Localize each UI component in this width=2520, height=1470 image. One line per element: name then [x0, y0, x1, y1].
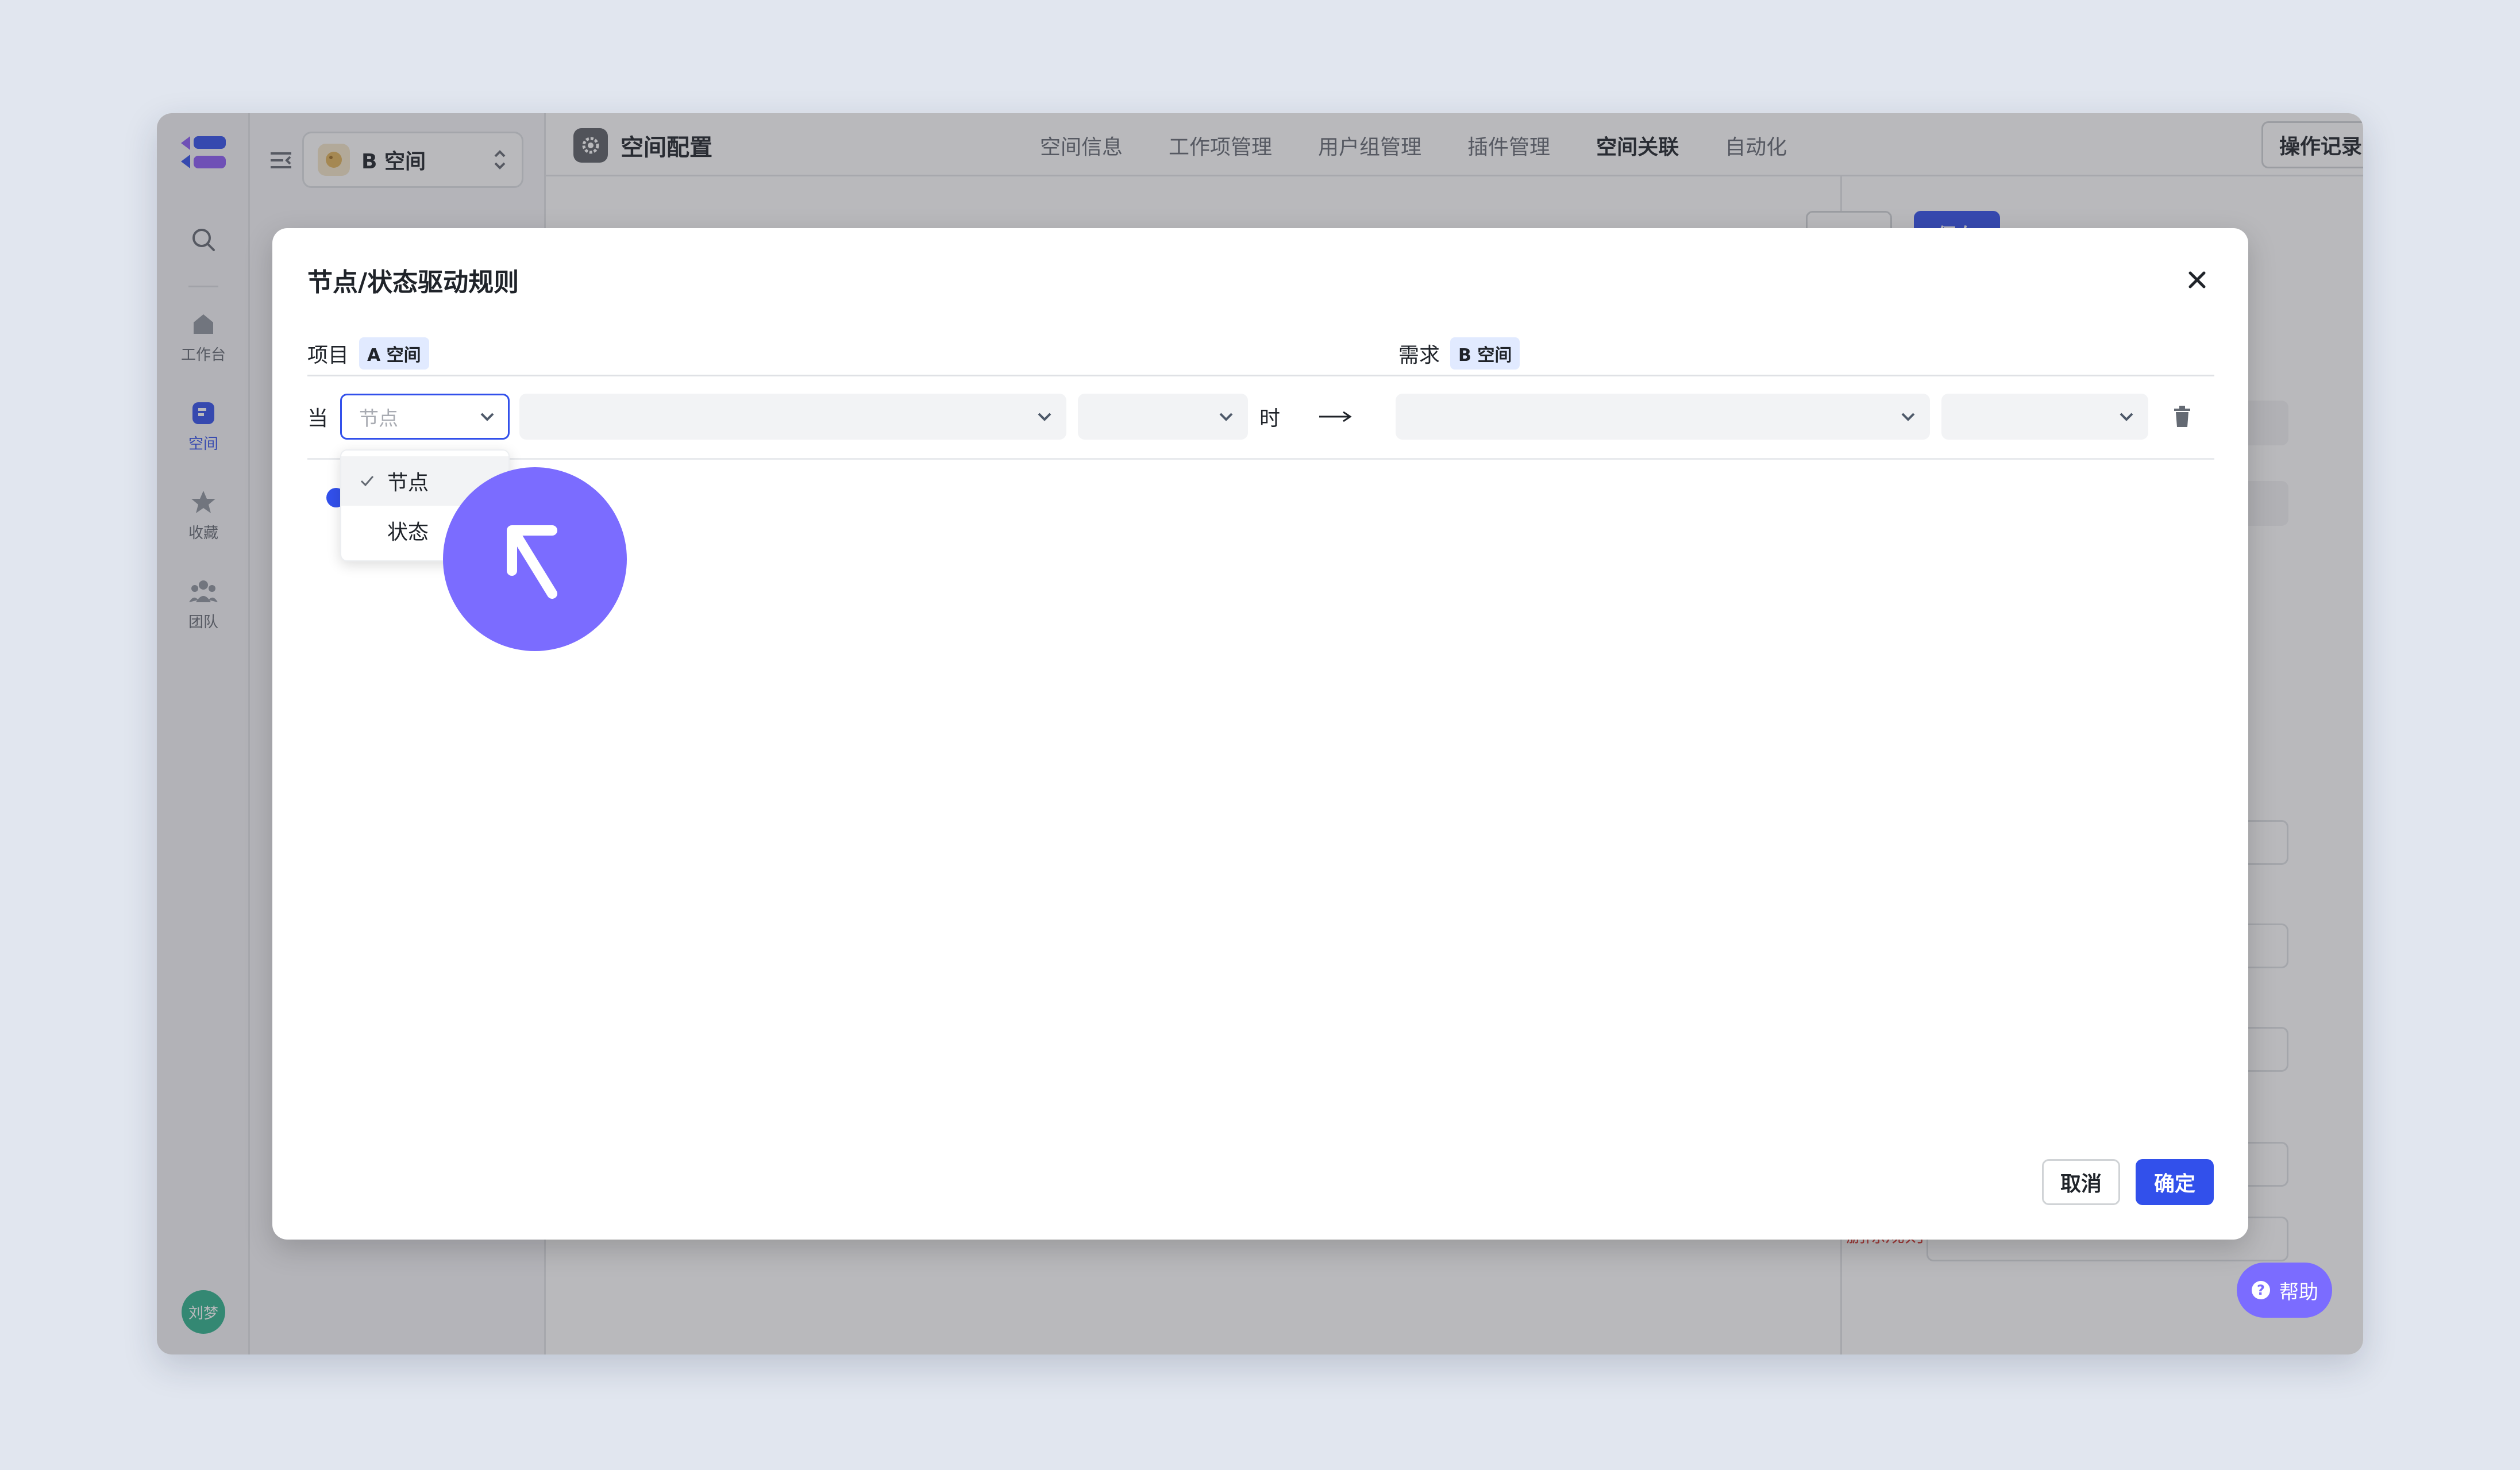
- target-section-label: 需求 B 空间: [1398, 337, 1520, 370]
- cancel-button[interactable]: 取消: [2042, 1159, 2120, 1205]
- source-action-select[interactable]: [1078, 394, 1248, 440]
- modal-title: 节点/状态驱动规则: [307, 268, 519, 297]
- rule-modal: 节点/状态驱动规则 项目 A 空间 需求 B 空间 当 节点 时 节点 状态 取…: [272, 228, 2248, 1240]
- chevron-down-icon: [480, 413, 494, 421]
- chevron-down-icon: [1901, 413, 1915, 421]
- svg-text:?: ?: [2257, 1282, 2265, 1298]
- help-label: 帮助: [2279, 1280, 2318, 1304]
- when-label: 当: [307, 407, 329, 430]
- target-node-select[interactable]: [1396, 394, 1930, 440]
- target-space-tag: B 空间: [1450, 337, 1520, 370]
- trigger-type-select[interactable]: 节点: [340, 394, 510, 440]
- close-icon: [2188, 271, 2206, 288]
- delete-rule-button[interactable]: [2166, 401, 2198, 433]
- confirm-button[interactable]: 确定: [2136, 1159, 2214, 1205]
- arrow-right-icon: [1319, 411, 1352, 422]
- target-action-select[interactable]: [1941, 394, 2148, 440]
- chevron-down-icon: [1038, 413, 1051, 421]
- help-icon: ?: [2252, 1281, 2270, 1299]
- source-section-label: 项目 A 空间: [307, 337, 429, 370]
- cursor-indicator: [443, 467, 627, 651]
- chevron-down-icon: [1219, 413, 1233, 421]
- right-arrow-icon: [1318, 394, 1353, 440]
- cursor-arrow-icon: [507, 525, 557, 599]
- check-icon: [360, 476, 374, 487]
- target-type-label: 需求: [1398, 344, 1440, 367]
- option-label: 节点: [387, 471, 429, 495]
- chevron-down-icon: [2120, 413, 2133, 421]
- source-type-label: 项目: [307, 344, 349, 367]
- help-button[interactable]: ? 帮助: [2237, 1263, 2332, 1318]
- rule-row-divider: [307, 458, 2214, 460]
- time-label: 时: [1259, 407, 1281, 430]
- source-space-tag: A 空间: [359, 337, 429, 370]
- option-label: 状态: [387, 521, 429, 544]
- section-divider: [307, 375, 2214, 376]
- close-button[interactable]: [2180, 263, 2214, 297]
- source-node-select[interactable]: [519, 394, 1066, 440]
- trash-icon: [2174, 406, 2190, 427]
- trigger-type-placeholder: 节点: [359, 407, 398, 430]
